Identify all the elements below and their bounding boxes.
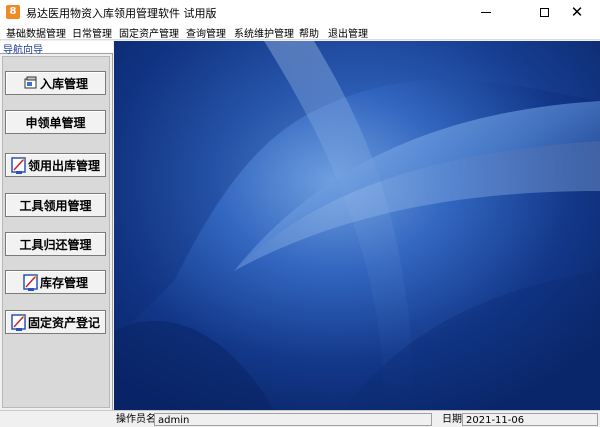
title-bar: 8 易达医用物资入库领用管理软件 试用版 ✕ — [0, 0, 600, 24]
nav-header: 导航向导 — [0, 41, 113, 56]
menu-system[interactable]: 系统维护管理 — [234, 25, 294, 40]
nav-stock-in-label: 入库管理 — [39, 76, 88, 91]
nav-asset-register-button[interactable]: 固定资产登记 — [5, 310, 106, 334]
nav-tool-borrow-button[interactable]: 工具领用管理 — [5, 193, 106, 217]
status-bar: 操作员名 admin 日期 2021-11-06 — [0, 410, 600, 427]
desktop-background — [114, 41, 600, 410]
nav-requisition-label: 申领单管理 — [25, 115, 86, 130]
menu-bar: 基础数据管理 日常管理 固定资产管理 查询管理 系统维护管理 帮助 退出管理 — [0, 24, 600, 40]
nav-inventory-label: 库存管理 — [39, 275, 88, 290]
menu-daily[interactable]: 日常管理 — [72, 25, 112, 40]
nav-header-title: 导航向导 — [3, 45, 43, 56]
main-window: 8 易达医用物资入库领用管理软件 试用版 ✕ 基础数据管理 日常管理 固定资产管… — [0, 0, 600, 427]
app-logo-icon: 8 — [6, 5, 20, 19]
nav-tool-return-button[interactable]: 工具归还管理 — [5, 232, 106, 256]
close-icon: ✕ — [570, 2, 584, 21]
nav-sidebar: 导航向导 入库管理 申领单管理 领用出库管理 工具领用管理 工具归还管理 库存管… — [0, 41, 113, 410]
operator-label: 操作员名 — [116, 414, 156, 425]
nav-panel: 入库管理 申领单管理 领用出库管理 工具领用管理 工具归还管理 库存管理 固定资… — [2, 56, 110, 408]
nav-requisition-button[interactable]: 申领单管理 — [5, 110, 106, 134]
minimize-icon — [481, 11, 491, 13]
menu-query[interactable]: 查询管理 — [186, 25, 226, 40]
operator-value: admin — [154, 413, 432, 426]
menu-fixed-assets[interactable]: 固定资产管理 — [119, 25, 179, 40]
minimize-button[interactable] — [463, 0, 509, 24]
stock-in-icon — [23, 74, 39, 92]
date-label: 日期 — [442, 414, 462, 425]
menu-exit[interactable]: 退出管理 — [328, 25, 368, 40]
menu-help[interactable]: 帮助 — [299, 25, 319, 40]
window-title: 易达医用物资入库领用管理软件 试用版 — [26, 7, 217, 20]
nav-stock-out-label: 领用出库管理 — [27, 158, 100, 173]
nav-tool-return-label: 工具归还管理 — [19, 237, 92, 252]
nav-stock-out-button[interactable]: 领用出库管理 — [5, 153, 106, 177]
nav-tool-borrow-label: 工具领用管理 — [19, 198, 92, 213]
nav-inventory-button[interactable]: 库存管理 — [5, 270, 106, 294]
inventory-icon — [23, 273, 39, 291]
maximize-icon — [539, 7, 549, 17]
menu-basic-data[interactable]: 基础数据管理 — [6, 25, 66, 40]
close-button[interactable]: ✕ — [554, 0, 600, 24]
date-value: 2021-11-06 — [462, 413, 598, 426]
nav-stock-in-button[interactable]: 入库管理 — [5, 71, 106, 95]
nav-asset-register-label: 固定资产登记 — [27, 315, 100, 330]
stock-out-icon — [11, 156, 27, 174]
wallpaper-graphic — [114, 41, 600, 410]
asset-register-icon — [11, 313, 27, 331]
